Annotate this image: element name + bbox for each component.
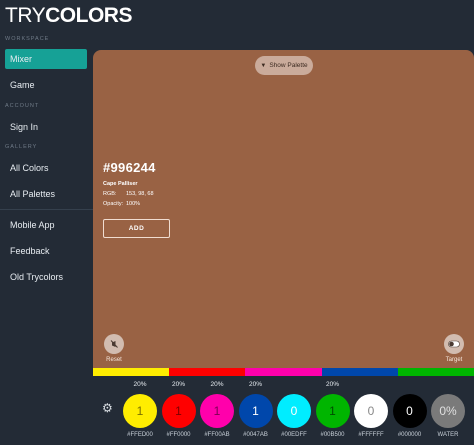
- swatch-count: 1: [175, 404, 182, 418]
- section-title-account: ACCOUNT: [5, 103, 40, 109]
- reset-label: Reset: [106, 357, 122, 363]
- reset-icon: [110, 340, 118, 348]
- swatch-hex: WATER: [437, 432, 459, 438]
- palette-bar: ⚙ 20% 1 #FFED00 20% 1 #FF0000 20% 1 #FF00AB 20% 1 #…: [93, 376, 474, 445]
- reset-button[interactable]: [104, 334, 124, 354]
- swatch-count: 0: [406, 404, 413, 418]
- strip-segment: [93, 368, 170, 376]
- color-swatch[interactable]: 1: [200, 394, 234, 428]
- swatch-hex: #FF00AB: [204, 432, 230, 438]
- color-swatch[interactable]: 0: [392, 394, 427, 428]
- sidebar-item-game[interactable]: Game: [5, 75, 87, 95]
- rgb-label: RGB:: [103, 191, 117, 197]
- strip-segment: [321, 368, 398, 376]
- sidebar-divider: [0, 209, 93, 210]
- swatch-hex: #FF0000: [166, 432, 191, 438]
- sidebar-item-sign-in[interactable]: Sign In: [5, 117, 87, 137]
- show-palette-label: Show Palette: [269, 62, 308, 69]
- strip-segment: [245, 368, 322, 376]
- target-toggle[interactable]: [444, 334, 464, 354]
- add-button[interactable]: ADD: [103, 219, 170, 238]
- target-label: Target: [445, 357, 463, 363]
- strip-segment: [397, 368, 474, 376]
- opacity-value: 100%: [126, 201, 141, 207]
- swatch-hex: #00B500: [320, 432, 345, 438]
- color-preview-card: ▼ Show Palette #996244 Cape Palliser RGB…: [93, 50, 474, 368]
- swatch-percent: 20%: [325, 381, 339, 388]
- sidebar-item-feedback[interactable]: Feedback: [5, 241, 87, 261]
- swatch-count: 0%: [439, 404, 457, 418]
- sidebar-item-mobile-app[interactable]: Mobile App: [5, 215, 87, 235]
- settings-button[interactable]: ⚙: [102, 402, 115, 415]
- color-swatch[interactable]: 0: [277, 394, 311, 428]
- sidebar: TRYCOLORS WORKSPACE Mixer Game ACCOUNT S…: [0, 0, 132, 445]
- swatch-percent: 20%: [171, 381, 185, 388]
- color-swatch[interactable]: 0%: [431, 394, 465, 428]
- gear-icon: ⚙: [102, 401, 113, 415]
- swatch-count: 1: [136, 404, 144, 418]
- swatch-percent: 20%: [133, 381, 147, 388]
- rgb-value: 153, 98, 68: [126, 191, 154, 197]
- swatch-hex: #0047AB: [243, 432, 268, 438]
- swatch-percent: 20%: [248, 381, 262, 388]
- swatch-hex: #000000: [397, 432, 422, 438]
- sidebar-item-mixer[interactable]: Mixer: [5, 49, 87, 69]
- color-swatch[interactable]: 0: [354, 394, 388, 428]
- swatch-hex: #FFFFFF: [358, 432, 384, 438]
- section-title-gallery: GALLERY: [5, 144, 38, 150]
- opacity-label: Opacity:: [103, 201, 124, 207]
- swatch-count: 1: [252, 404, 259, 418]
- swatch-count: 0: [367, 404, 375, 418]
- toggle-icon: [448, 340, 460, 348]
- swatch-hex: #FFED00: [127, 432, 153, 438]
- color-swatch[interactable]: 1: [238, 394, 273, 428]
- mix-ratio-strip: [93, 368, 474, 376]
- color-swatch[interactable]: 1: [315, 394, 350, 428]
- color-swatch[interactable]: 1: [161, 394, 196, 428]
- swatch-count: 0: [290, 404, 298, 418]
- chevron-down-icon: ▼: [260, 62, 267, 69]
- sidebar-item-old-trycolors[interactable]: Old Trycolors: [5, 267, 87, 287]
- section-title-workspace: WORKSPACE: [5, 36, 50, 42]
- show-palette-button[interactable]: ▼ Show Palette: [255, 56, 313, 75]
- strip-segment: [169, 368, 246, 376]
- color-name: Cape Palliser: [103, 181, 138, 187]
- color-hex: #996244: [103, 160, 156, 175]
- swatch-count: 1: [213, 404, 221, 418]
- swatch-count: 1: [329, 404, 336, 418]
- swatch-hex: #00EDFF: [281, 432, 307, 438]
- logo[interactable]: TRYCOLORS: [5, 4, 132, 28]
- color-swatch[interactable]: 1: [123, 394, 157, 428]
- swatch-percent: 20%: [210, 381, 224, 388]
- sidebar-item-all-colors[interactable]: All Colors: [5, 158, 87, 178]
- rgb-row: RGB: 153, 98, 68: [103, 191, 156, 197]
- color-info: #996244 Cape Palliser RGB: 153, 98, 68 O…: [103, 160, 156, 207]
- sidebar-item-all-palettes[interactable]: All Palettes: [5, 184, 87, 204]
- opacity-row: Opacity: 100%: [103, 201, 156, 207]
